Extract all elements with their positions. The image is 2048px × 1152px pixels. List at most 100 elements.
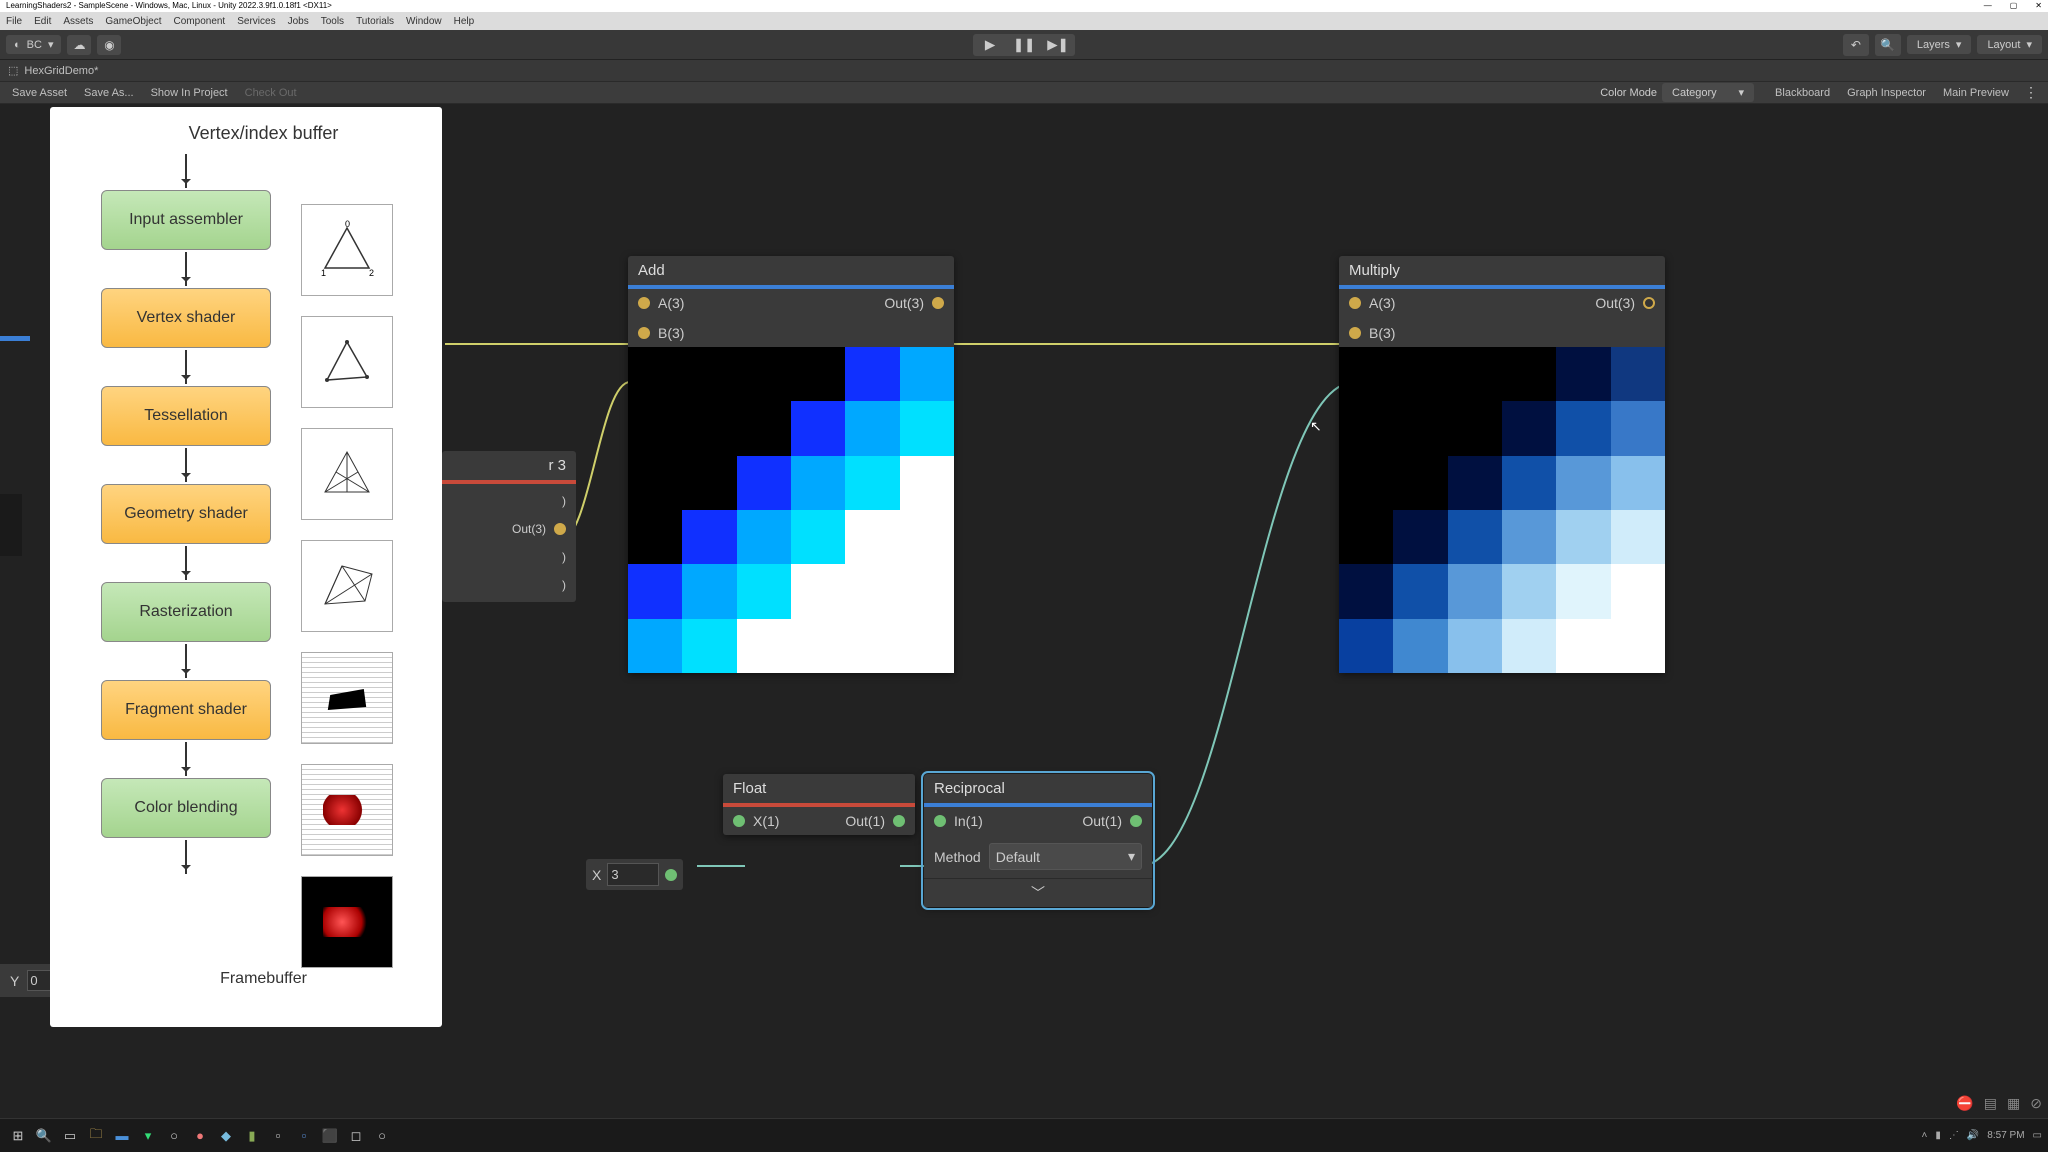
multiply-port-out[interactable]: Out(3)	[1595, 295, 1635, 311]
add-preview	[628, 347, 954, 673]
svg-text:0: 0	[345, 220, 350, 229]
pipeline-title: Vertex/index buffer	[101, 123, 426, 144]
float-node[interactable]: Float X(1) Out(1)	[723, 774, 915, 835]
float-x-input[interactable]: X	[586, 859, 683, 890]
menu-gameobject[interactable]: GameObject	[105, 16, 161, 27]
pipeline-stage-tessellation: Tessellation	[101, 386, 271, 446]
add-port-out[interactable]: Out(3)	[884, 295, 924, 311]
undo-history-button[interactable]: ↶	[1843, 34, 1869, 56]
app-icon[interactable]: ◆	[214, 1124, 238, 1148]
menu-jobs[interactable]: Jobs	[288, 16, 309, 27]
tray-volume-icon[interactable]: 🔊	[1967, 1130, 1979, 1141]
vcs-button[interactable]: ◉	[97, 35, 121, 55]
color-mode-label: Color Mode	[1600, 87, 1657, 99]
menu-file[interactable]: File	[6, 16, 22, 27]
multiply-node[interactable]: Multiply A(3) B(3) Out(3)	[1339, 256, 1665, 673]
layers-dropdown[interactable]: Layers ▾	[1907, 35, 1972, 54]
save-as-button[interactable]: Save As...	[76, 85, 142, 101]
menu-help[interactable]: Help	[454, 16, 475, 27]
shader-tab-bar: ⬚ HexGridDemo*	[0, 60, 2048, 82]
pause-button[interactable]: ❚❚	[1007, 34, 1041, 56]
app-icon[interactable]: ▫	[292, 1124, 316, 1148]
kebab-menu-icon[interactable]: ⋮	[2018, 84, 2044, 101]
stop-icon[interactable]: ⊘	[2030, 1095, 2042, 1112]
pipeline-stage-geometry-shader: Geometry shader	[101, 484, 271, 544]
vector3-node-partial[interactable]: r 3 ) Out(3) ) )	[442, 451, 576, 602]
multiply-port-b[interactable]: B(3)	[1369, 325, 1395, 341]
play-button[interactable]: ▶	[973, 34, 1007, 56]
add-port-b[interactable]: B(3)	[658, 325, 684, 341]
app-icon[interactable]: ▾	[136, 1124, 160, 1148]
graph-inspector-button[interactable]: Graph Inspector	[1839, 85, 1934, 101]
port-dot-icon[interactable]	[665, 869, 677, 881]
maximize-icon[interactable]: ▢	[2010, 1, 2018, 11]
pipeline-framebuffer-label: Framebuffer	[101, 970, 426, 988]
menu-tools[interactable]: Tools	[321, 16, 344, 27]
tray-notifications-icon[interactable]: ▭	[2033, 1130, 2042, 1141]
pipeline-stage-fragment-shader: Fragment shader	[101, 680, 271, 740]
reciprocal-node[interactable]: Reciprocal In(1) Out(1) Method Default ▾…	[924, 774, 1152, 907]
y-value-input[interactable]	[27, 970, 51, 991]
reciprocal-node-title: Reciprocal	[924, 774, 1152, 803]
menu-tutorials[interactable]: Tutorials	[356, 16, 394, 27]
float-port-out[interactable]: Out(1)	[845, 813, 885, 829]
blackboard-button[interactable]: Blackboard	[1767, 85, 1838, 101]
app-icon[interactable]: ▬	[110, 1124, 134, 1148]
app-icon[interactable]: ▮	[240, 1124, 264, 1148]
tray-battery-icon[interactable]: ▮	[1935, 1130, 1941, 1141]
app-icon[interactable]: ○	[370, 1124, 394, 1148]
chevron-down-icon: ▾	[1128, 848, 1135, 865]
expand-preview-button[interactable]: ﹀	[924, 878, 1152, 907]
tray-clock[interactable]: 8:57 PM	[1987, 1130, 2024, 1141]
task-view-icon[interactable]: ▭	[58, 1124, 82, 1148]
cloud-button[interactable]: ☁	[67, 35, 91, 55]
pipeline-stage-vertex-shader: Vertex shader	[101, 288, 271, 348]
app-icon[interactable]: ●	[188, 1124, 212, 1148]
float-x-value[interactable]	[607, 863, 659, 886]
account-button[interactable]: ◐ BC ▾	[6, 35, 61, 54]
tray-chevron-icon[interactable]: ˄	[1921, 1130, 1927, 1141]
add-port-a[interactable]: A(3)	[658, 295, 684, 311]
windows-taskbar: ⊞ 🔍 ▭ 🗀 ▬ ▾ ○ ● ◆ ▮ ▫ ▫ ⬛ ◻ ○ ˄ ▮ ⋰ 🔊 8:…	[0, 1118, 2048, 1152]
cropped-preview	[0, 494, 22, 556]
multiply-port-a[interactable]: A(3)	[1369, 295, 1395, 311]
explorer-icon[interactable]: 🗀	[84, 1124, 108, 1148]
main-preview-button[interactable]: Main Preview	[1935, 85, 2017, 101]
menu-assets[interactable]: Assets	[63, 16, 93, 27]
thumb-fragment-icon	[301, 764, 393, 856]
reciprocal-port-out[interactable]: Out(1)	[1082, 813, 1122, 829]
show-in-project-button[interactable]: Show In Project	[143, 85, 236, 101]
menu-component[interactable]: Component	[174, 16, 226, 27]
app-icon[interactable]: ◻	[344, 1124, 368, 1148]
save-asset-button[interactable]: Save Asset	[4, 85, 75, 101]
thumb-blend-icon	[301, 876, 393, 968]
window-title: LearningShaders2 - SampleScene - Windows…	[6, 1, 332, 11]
minimize-icon[interactable]: —	[1984, 1, 1992, 11]
step-button[interactable]: ▶❚	[1041, 34, 1075, 56]
search-icon[interactable]: 🔍	[32, 1124, 56, 1148]
menu-services[interactable]: Services	[237, 16, 275, 27]
reciprocal-port-in[interactable]: In(1)	[954, 813, 983, 829]
graph-canvas[interactable]: Y Vertex/index buffer Input assembler Ve…	[0, 104, 2048, 1118]
layers-icon[interactable]: ▤	[1984, 1095, 1997, 1112]
bug-icon[interactable]: ⛔	[1956, 1095, 1973, 1112]
float-port-x[interactable]: X(1)	[753, 813, 779, 829]
add-node[interactable]: Add A(3) B(3) Out(3)	[628, 256, 954, 673]
app-icon[interactable]: ▫	[266, 1124, 290, 1148]
layout-dropdown[interactable]: Layout ▾	[1977, 35, 2042, 54]
start-button[interactable]: ⊞	[6, 1124, 30, 1148]
menu-edit[interactable]: Edit	[34, 16, 51, 27]
grid-icon[interactable]: ▦	[2007, 1095, 2020, 1112]
unity-icon[interactable]: ⬛	[318, 1124, 342, 1148]
tray-wifi-icon[interactable]: ⋰	[1949, 1130, 1959, 1141]
method-dropdown[interactable]: Default ▾	[989, 843, 1142, 870]
search-button[interactable]: 🔍	[1875, 34, 1901, 56]
shader-tab[interactable]: ⬚ HexGridDemo*	[8, 64, 98, 77]
menu-window[interactable]: Window	[406, 16, 442, 27]
thumb-triangle2-icon	[301, 316, 393, 408]
color-mode-dropdown[interactable]: Category ▾	[1662, 83, 1754, 102]
chrome-icon[interactable]: ○	[162, 1124, 186, 1148]
close-icon[interactable]: ✕	[2035, 1, 2042, 11]
check-out-button: Check Out	[237, 85, 305, 101]
unity-toolbar: ◐ BC ▾ ☁ ◉ ▶ ❚❚ ▶❚ ↶ 🔍 Layers ▾ Layout ▾	[0, 30, 2048, 60]
